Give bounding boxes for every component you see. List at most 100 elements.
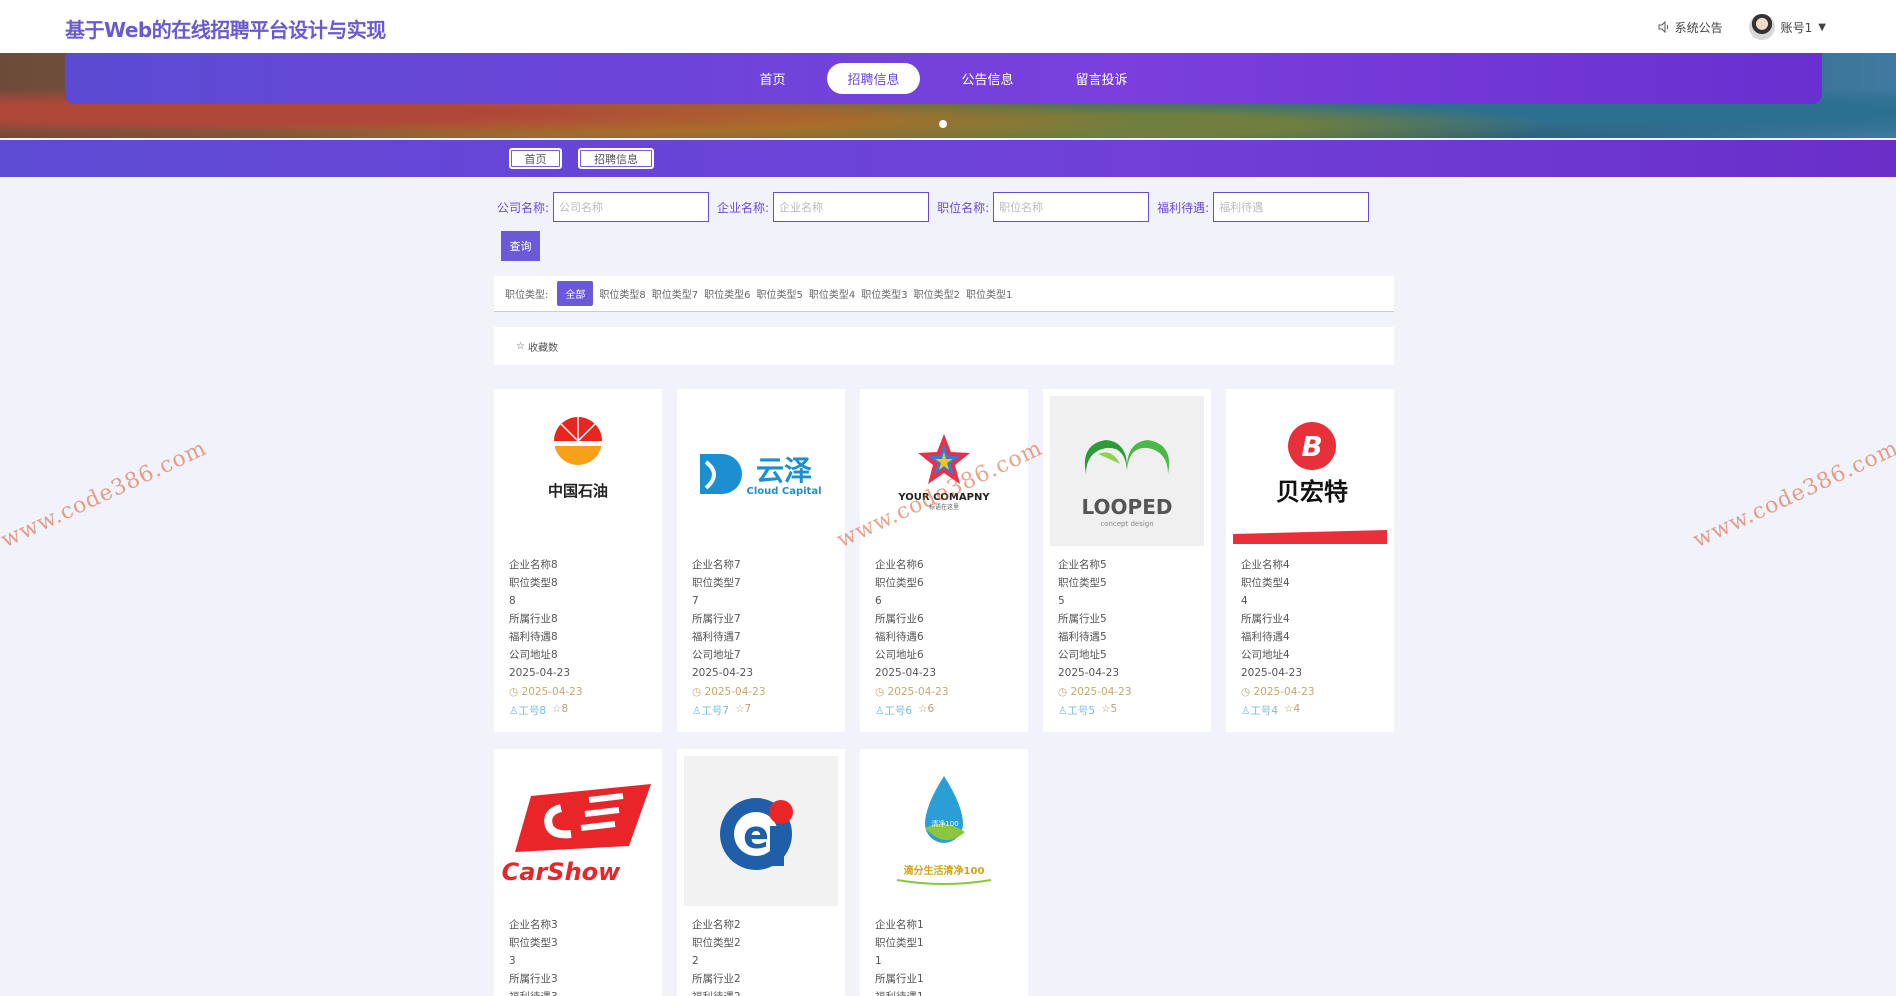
- clock-icon: ◷: [875, 686, 885, 698]
- publish-date: 2025-04-23: [1241, 667, 1303, 679]
- position-type: 职位类型3: [509, 937, 558, 949]
- address: 公司地址6: [875, 649, 924, 661]
- category-3[interactable]: 职位类型3: [861, 286, 907, 301]
- position-type: 职位类型5: [1058, 577, 1107, 589]
- benefits: 福利待遇1: [875, 988, 924, 996]
- user-icon: ♙: [1241, 705, 1251, 717]
- star-icon: ☆: [918, 703, 928, 715]
- card-favorites: ☆7: [735, 703, 751, 718]
- nav-home[interactable]: 首页: [739, 63, 805, 94]
- star-outline-icon: ☆: [516, 340, 525, 352]
- category-1[interactable]: 职位类型1: [966, 286, 1012, 301]
- job-card[interactable]: 清净100 滴分生活清净100 企业名称1 职位类型1 1 所属行业1 福利待遇…: [860, 749, 1028, 996]
- publish-date: 2025-04-23: [875, 667, 937, 679]
- industry: 所属行业5: [1058, 613, 1107, 625]
- card-fields: 企业名称2 职位类型2 2 所属行业2 福利待遇2: [692, 916, 741, 996]
- address: 公司地址8: [509, 649, 558, 661]
- nav-announcements[interactable]: 公告信息: [942, 63, 1034, 94]
- carshow-logo-text: CarShow: [502, 858, 622, 886]
- star-icon: ☆: [552, 703, 562, 715]
- card-date-text: 2025-04-23: [1253, 686, 1315, 698]
- star-icon: ☆: [1101, 703, 1111, 715]
- position-name: 6: [875, 595, 882, 607]
- position-name: 7: [692, 595, 699, 607]
- sort-bar: ☆ 收藏数: [494, 327, 1394, 365]
- card-fields: 企业名称8 职位类型8 8 所属行业8 福利待遇8 公司地址8 2025-04-…: [509, 556, 570, 682]
- search-form: 公司名称: 企业名称: 职位名称: 福利待遇:: [497, 192, 1377, 222]
- system-notice-link[interactable]: 系统公告: [1658, 19, 1723, 36]
- card-user-text: 工号8: [518, 705, 547, 717]
- industry: 所属行业8: [509, 613, 558, 625]
- card-meta: ♙工号6 ☆6: [875, 703, 934, 718]
- card-favorites-count: 4: [1293, 703, 1301, 715]
- e-logo-text: e: [743, 813, 769, 857]
- card-favorites: ☆5: [1101, 703, 1117, 718]
- category-all[interactable]: 全部: [557, 281, 594, 306]
- card-meta: ♙工号7 ☆7: [692, 703, 751, 718]
- water-drop-logo: 清净100 滴分生活清净100: [867, 756, 1021, 906]
- carousel-dot[interactable]: [939, 120, 947, 128]
- card-favorites-count: 8: [561, 703, 569, 715]
- category-5[interactable]: 职位类型5: [757, 286, 803, 301]
- category-6[interactable]: 职位类型6: [704, 286, 750, 301]
- cloud-capital-logo: 云泽 Cloud Capital: [684, 396, 838, 546]
- category-8[interactable]: 职位类型8: [599, 286, 645, 301]
- card-meta: ♙工号8 ☆8: [509, 703, 568, 718]
- position-name: 1: [875, 955, 882, 967]
- company-name: 企业名称2: [692, 919, 741, 931]
- carshow-logo: CarShow: [501, 756, 655, 906]
- job-card[interactable]: LOOPED concept design 企业名称5 职位类型5 5 所属行业…: [1043, 389, 1211, 732]
- position-name: 4: [1241, 595, 1248, 607]
- category-2[interactable]: 职位类型2: [914, 286, 960, 301]
- card-date-text: 2025-04-23: [887, 686, 949, 698]
- query-button[interactable]: 查询: [501, 231, 540, 261]
- address: 公司地址4: [1241, 649, 1290, 661]
- account-label: 账号1: [1780, 20, 1813, 35]
- benefits: 福利待遇6: [875, 631, 924, 643]
- avatar: [1748, 14, 1775, 40]
- breadcrumb-home[interactable]: 首页: [509, 148, 562, 169]
- card-user: ♙工号8: [509, 703, 546, 718]
- breadcrumb: 首页 招聘信息: [0, 140, 1896, 177]
- category-7[interactable]: 职位类型7: [652, 286, 698, 301]
- nav-messages[interactable]: 留言投诉: [1056, 63, 1148, 94]
- job-card[interactable]: 云泽 Cloud Capital 企业名称7 职位类型7 7 所属行业7 福利待…: [677, 389, 845, 732]
- company-name: 企业名称3: [509, 919, 558, 931]
- sort-by-favorites[interactable]: 收藏数: [528, 339, 558, 354]
- star-icon: ☆: [1284, 703, 1294, 715]
- account-menu[interactable]: 账号1 ▼: [1748, 14, 1826, 40]
- position-name: 8: [509, 595, 516, 607]
- benefits: 福利待遇5: [1058, 631, 1107, 643]
- star-icon: ☆: [735, 703, 745, 715]
- caret-down-icon: ▼: [1818, 21, 1826, 33]
- industry: 所属行业2: [692, 973, 741, 985]
- water-drop-logo-subtext: 滴分生活清净100: [904, 864, 985, 877]
- category-4[interactable]: 职位类型4: [809, 286, 855, 301]
- position-name-input[interactable]: [993, 192, 1150, 222]
- looped-logo-text: LOOPED: [1082, 495, 1173, 519]
- job-card[interactable]: B 贝宏特 企业名称4 职位类型4 4 所属行业4 福利待遇4 公司地址4 20…: [1226, 389, 1394, 732]
- benefits: 福利待遇7: [692, 631, 741, 643]
- card-favorites: ☆8: [552, 703, 568, 718]
- company-name-label: 公司名称:: [497, 200, 550, 215]
- benefits: 福利待遇3: [509, 988, 558, 996]
- position-name: 5: [1058, 595, 1065, 607]
- breadcrumb-recruitment[interactable]: 招聘信息: [578, 148, 654, 169]
- job-card[interactable]: 中国石油 企业名称8 职位类型8 8 所属行业8 福利待遇8 公司地址8 202…: [494, 389, 662, 732]
- looped-logo: LOOPED concept design: [1050, 396, 1204, 546]
- e-logo: e: [684, 756, 838, 906]
- watermark: www.code386.com: [0, 435, 211, 554]
- beihongte-logo-text: 贝宏特: [1276, 478, 1348, 506]
- benefits-input[interactable]: [1213, 192, 1370, 222]
- job-card[interactable]: e 企业名称2 职位类型2 2 所属行业2 福利待遇2: [677, 749, 845, 996]
- nav-recruitment[interactable]: 招聘信息: [827, 63, 920, 94]
- user-icon: ♙: [1058, 705, 1068, 717]
- clock-icon: ◷: [692, 686, 702, 698]
- job-card[interactable]: YOUR COMAPNY 标语在这里 企业名称6 职位类型6 6 所属行业6 福…: [860, 389, 1028, 732]
- company-name-input[interactable]: [553, 192, 710, 222]
- position-type: 职位类型2: [692, 937, 741, 949]
- industry: 所属行业1: [875, 973, 924, 985]
- enterprise-name-input[interactable]: [773, 192, 930, 222]
- job-card[interactable]: CarShow 企业名称3 职位类型3 3 所属行业3 福利待遇3: [494, 749, 662, 996]
- system-notice-label: 系统公告: [1674, 20, 1723, 35]
